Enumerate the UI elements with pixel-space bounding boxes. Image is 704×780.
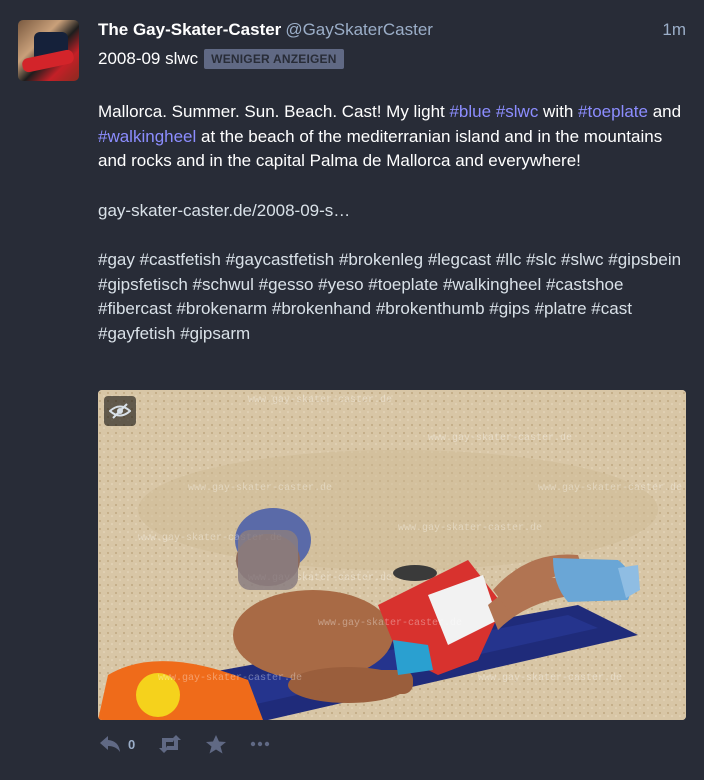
more-button[interactable] [249,734,271,754]
relative-time[interactable]: 1m [662,20,686,40]
watermark-text: www.gay-skater-caster.de [428,432,572,444]
avatar[interactable] [18,20,79,81]
text-segment: and [647,102,682,121]
retweet-icon [159,735,182,753]
text-segment: Mallorca. Summer. Sun. Beach. Cast! My l… [98,102,450,121]
account-handle[interactable]: @GaySkaterCaster [285,20,433,39]
watermark-text: www.gay-skater-caster.de [478,672,622,684]
hashtags-text[interactable]: #gay #castfetish #gaycastfetish #brokenl… [98,250,681,343]
reply-button[interactable]: 0 [98,734,135,754]
hashtag-walkingheel[interactable]: #walkingheel [98,127,196,146]
favourite-button[interactable] [205,734,227,754]
status-header: The Gay-Skater-Caster @GaySkaterCaster 1m [98,20,686,42]
hashtag-blue[interactable]: #blue [449,102,491,121]
boost-button[interactable] [157,734,183,754]
status-actions: 0 [98,734,293,754]
watermark-text: www.gay-skater-caster.de [538,482,682,494]
blurred-face [238,530,298,590]
hashtag-slwc[interactable]: #slwc [496,102,539,121]
show-less-button[interactable]: WENIGER ANZEIGEN [204,49,344,69]
watermark-text: www.gay-skater-caster.de [398,522,542,534]
eye-slash-icon [109,403,131,419]
external-link[interactable]: gay-skater-caster.de/2008-09-s… [98,201,350,220]
text-segment: with [538,102,574,121]
ellipsis-icon [251,741,270,747]
hide-media-button[interactable] [104,396,136,426]
reply-icon [100,736,120,752]
status-card: The Gay-Skater-Caster @GaySkaterCaster 1m… [0,0,704,780]
watermark-text: www.gay-skater-caster.de [158,672,302,684]
content-warning-text: 2008-09 slwc [98,49,199,68]
display-name[interactable]: The Gay-Skater-Caster [98,20,281,39]
reply-count: 0 [128,736,136,752]
status-paragraph: Mallorca. Summer. Sun. Beach. Cast! My l… [98,100,688,174]
hashtag-toeplate[interactable]: #toeplate [578,102,648,121]
hashtag-list: #gay #castfetish #gaycastfetish #brokenl… [98,248,688,346]
watermark-text: www.gay-skater-caster.de [318,617,462,629]
watermark-text: www.gay-skater-caster.de [188,482,332,494]
beach-photo: www.gay-skater-caster.de www.gay-skater-… [98,390,686,720]
media-attachment[interactable]: www.gay-skater-caster.de www.gay-skater-… [98,390,686,720]
status-content: Mallorca. Summer. Sun. Beach. Cast! My l… [98,100,688,371]
content-warning: 2008-09 slwc WENIGER ANZEIGEN [98,49,344,69]
link-paragraph: gay-skater-caster.de/2008-09-s… [98,199,688,224]
star-icon [206,735,227,754]
watermark-text: www.gay-skater-caster.de [248,394,392,406]
